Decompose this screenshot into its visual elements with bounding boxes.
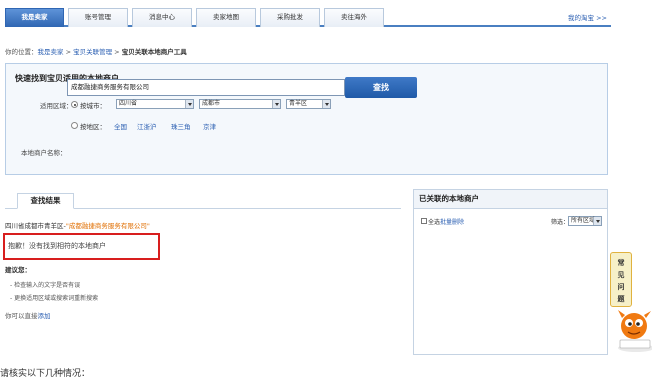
breadcrumb-sep: > <box>63 48 74 56</box>
results-query: "成都融捷商务服务有限公司" <box>65 222 150 230</box>
results-location: 四川省成都市青羊区-"成都融捷商务服务有限公司" <box>5 220 150 230</box>
direct-prefix: 你可以直接 <box>5 312 38 320</box>
tab-wholesale[interactable]: 采购批发 <box>260 8 320 27</box>
advice-title: 建议您： <box>5 266 31 274</box>
breadcrumb-sep: > <box>112 48 122 56</box>
top-navigation: 我是卖家 账号管理 消息中心 卖家地图 采购批发 卖往海外 我的淘宝 >> <box>5 8 611 27</box>
district-select[interactable]: 青羊区 <box>286 99 331 109</box>
advice-item: - 检查输入的文字是否有误 <box>10 282 81 289</box>
add-link[interactable]: 添加 <box>38 312 51 320</box>
breadcrumb-current: 宝贝关联本地商户工具 <box>121 48 187 56</box>
province-value: 四川省 <box>119 100 138 107</box>
select-all-row: 全选批量删除 <box>428 217 464 226</box>
select-all-label: 全选 <box>428 219 441 226</box>
tab-seller[interactable]: 我是卖家 <box>5 8 64 27</box>
area-link-jj[interactable]: 京津 <box>203 121 216 131</box>
chevron-down-icon <box>593 217 601 225</box>
filter-select[interactable]: 所有区域 <box>568 216 602 226</box>
batch-delete-link[interactable]: 批量删除 <box>440 219 464 226</box>
district-value: 青羊区 <box>289 100 308 107</box>
by-city-label: 按城市： <box>80 102 106 110</box>
footer-text: 请核实以下几种情况： <box>0 369 91 377</box>
faq-char: 见 <box>617 271 625 279</box>
breadcrumb-prefix: 你的位置： <box>5 48 38 56</box>
city-value: 成都市 <box>202 100 221 107</box>
merchant-name-input[interactable]: 成都融捷商务服务有限公司 <box>67 79 345 96</box>
merchant-label: 本地商户名称： <box>21 149 67 157</box>
chevron-down-icon <box>272 100 280 108</box>
select-all-checkbox[interactable] <box>421 218 427 224</box>
by-city-radio[interactable] <box>71 101 78 108</box>
area-link-jzh[interactable]: 江浙沪 <box>137 121 157 131</box>
city-select[interactable]: 成都市 <box>199 99 281 109</box>
faq-button[interactable]: 常 见 问 题 <box>610 252 632 307</box>
breadcrumb-relation[interactable]: 宝贝关联管理 <box>73 48 112 56</box>
faq-char: 问 <box>617 283 625 291</box>
my-taobao-link[interactable]: 我的淘宝 >> <box>568 12 607 22</box>
nav-tabs: 我是卖家 账号管理 消息中心 卖家地图 采购批发 卖往海外 <box>5 8 388 27</box>
area-link-nationwide[interactable]: 全国 <box>114 121 127 131</box>
region-label: 适用区域： <box>40 102 73 110</box>
faq-char: 常 <box>617 259 625 267</box>
results-region: 四川省成都市青羊区- <box>5 222 66 230</box>
by-area-label: 按地区： <box>80 123 106 131</box>
tab-seller-map[interactable]: 卖家地图 <box>196 8 256 27</box>
advice-item: - 更换适用区域或搜索词重新搜索 <box>10 295 99 302</box>
province-select[interactable]: 四川省 <box>116 99 194 109</box>
area-link-psj[interactable]: 珠三角 <box>171 121 191 131</box>
not-found-message: 抱歉！没有找到相符的本地商户 <box>3 233 160 260</box>
tab-messages[interactable]: 消息中心 <box>132 8 192 27</box>
chevron-down-icon <box>185 100 193 108</box>
tab-results[interactable]: 查找结果 <box>17 193 74 209</box>
mascot-icon[interactable] <box>614 302 652 354</box>
tab-account[interactable]: 账号管理 <box>68 8 128 27</box>
chevron-down-icon <box>322 100 330 108</box>
linked-merchants-title: 已关联的本地商户 <box>414 190 607 209</box>
direct-add-text: 你可以直接添加 <box>5 310 51 320</box>
breadcrumb: 你的位置：我是卖家 > 宝贝关联管理 > 宝贝关联本地商户工具 <box>5 46 187 56</box>
search-button[interactable]: 查找 <box>345 77 417 98</box>
filter-label: 筛选： <box>551 219 570 226</box>
by-area-radio[interactable] <box>71 122 78 129</box>
breadcrumb-seller[interactable]: 我是卖家 <box>38 48 64 56</box>
tab-overseas[interactable]: 卖往海外 <box>324 8 384 27</box>
linked-merchants-panel: 已关联的本地商户 全选批量删除 筛选： 所有区域 <box>413 189 608 355</box>
filter-value: 所有区域 <box>571 217 596 224</box>
